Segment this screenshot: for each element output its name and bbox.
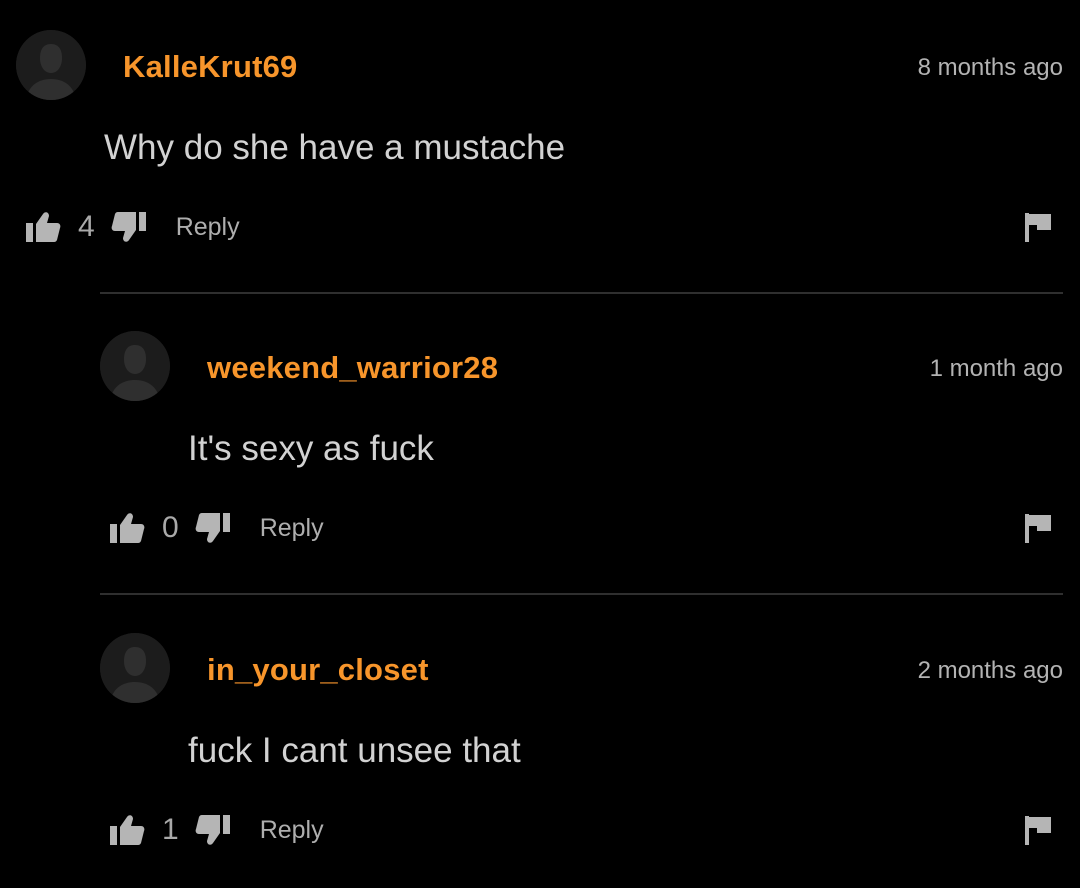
comment-text: fuck I cant unsee that — [188, 731, 521, 770]
comment: KalleKrut69 8 months ago Why do she have… — [16, 30, 1063, 260]
username[interactable]: weekend_warrior28 — [207, 350, 498, 386]
username[interactable]: in_your_closet — [207, 652, 429, 688]
comment-divider — [100, 292, 1063, 294]
avatar[interactable] — [100, 331, 170, 401]
thumbs-up-icon[interactable] — [108, 509, 146, 547]
comments-section: KalleKrut69 8 months ago Why do she have… — [0, 0, 1080, 888]
reply-link[interactable]: Reply — [260, 514, 324, 543]
like-count: 0 — [162, 511, 179, 544]
username[interactable]: KalleKrut69 — [123, 49, 298, 85]
comment-text: Why do she have a mustache — [104, 128, 566, 167]
comment-actions: 4 Reply — [24, 207, 240, 247]
timestamp: 8 months ago — [917, 54, 1063, 81]
comment: in_your_closet 2 months ago fuck I cant … — [100, 633, 1063, 863]
thumbs-down-icon[interactable] — [194, 811, 232, 849]
default-avatar-icon — [16, 30, 86, 100]
comment-divider — [100, 593, 1063, 595]
thumbs-up-icon[interactable] — [24, 208, 62, 246]
like-count: 4 — [78, 210, 95, 243]
thumbs-down-icon[interactable] — [110, 208, 148, 246]
comment-actions: 0 Reply — [108, 508, 324, 548]
flag-icon[interactable] — [1021, 511, 1055, 545]
default-avatar-icon — [100, 331, 170, 401]
default-avatar-icon — [100, 633, 170, 703]
comment-actions: 1 Reply — [108, 810, 324, 850]
reply-link[interactable]: Reply — [260, 816, 324, 845]
like-count: 1 — [162, 813, 179, 846]
reply-link[interactable]: Reply — [176, 213, 240, 242]
thumbs-up-icon[interactable] — [108, 811, 146, 849]
thumbs-down-icon[interactable] — [194, 509, 232, 547]
avatar[interactable] — [100, 633, 170, 703]
comment-text: It's sexy as fuck — [188, 429, 434, 468]
timestamp: 1 month ago — [929, 355, 1063, 382]
flag-icon[interactable] — [1021, 813, 1055, 847]
avatar[interactable] — [16, 30, 86, 100]
comment: weekend_warrior28 1 month ago It's sexy … — [100, 331, 1063, 561]
flag-icon[interactable] — [1021, 210, 1055, 244]
timestamp: 2 months ago — [917, 657, 1063, 684]
